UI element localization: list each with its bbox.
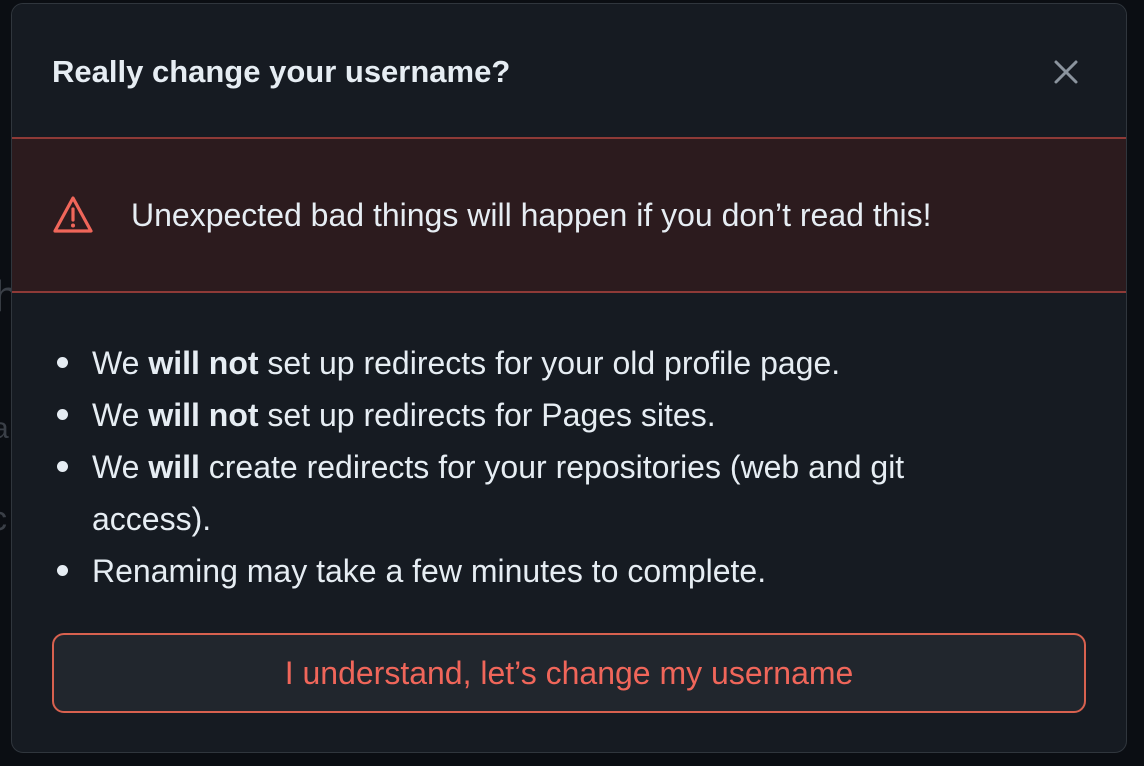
consequences-list: We will not set up redirects for your ol… xyxy=(53,337,1053,597)
list-item-text: We xyxy=(92,397,149,433)
dialog-header: Really change your username? xyxy=(12,4,1126,137)
list-item-text: Renaming may take a few minutes to compl… xyxy=(92,553,767,589)
close-icon xyxy=(1054,60,1078,84)
list-item-emphasis: will not xyxy=(148,397,259,433)
background-text-fragment: a xyxy=(0,412,9,445)
dialog-title: Really change your username? xyxy=(52,54,511,89)
list-item-text: create redirects for your repositories (… xyxy=(92,449,905,537)
list-item: We will not set up redirects for your ol… xyxy=(53,337,1053,389)
warning-flash: Unexpected bad things will happen if you… xyxy=(12,137,1126,293)
list-item: Renaming may take a few minutes to compl… xyxy=(53,545,1053,597)
list-item-text: set up redirects for your old profile pa… xyxy=(258,345,841,381)
list-item: We will create redirects for your reposi… xyxy=(53,441,1012,545)
close-button[interactable] xyxy=(1042,48,1090,96)
list-item-emphasis: will xyxy=(148,449,200,485)
rename-username-dialog: Really change your username? Unexpected … xyxy=(11,3,1127,753)
confirm-change-username-button[interactable]: I understand, let’s change my username xyxy=(52,633,1086,713)
warning-message: Unexpected bad things will happen if you… xyxy=(131,197,932,233)
background-text-fragment: c xyxy=(0,500,7,539)
list-item-text: We xyxy=(92,345,149,381)
list-item-text: set up redirects for Pages sites. xyxy=(258,397,716,433)
list-item-text: We xyxy=(92,449,149,485)
list-item-emphasis: will not xyxy=(148,345,259,381)
alert-triangle-icon xyxy=(53,196,93,233)
list-item: We will not set up redirects for Pages s… xyxy=(53,389,1053,441)
